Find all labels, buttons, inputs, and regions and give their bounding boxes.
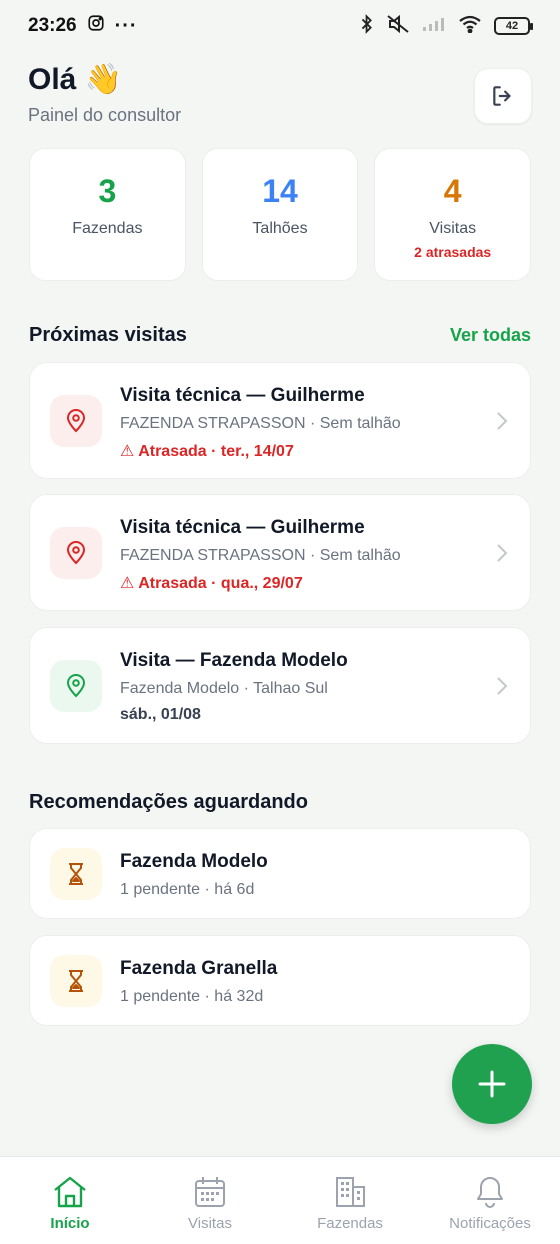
stat-card-visitas[interactable]: 4 Visitas 2 atrasadas: [374, 148, 532, 281]
hourglass-icon: [69, 863, 83, 885]
visits-section-title: Próximas visitas: [29, 324, 187, 346]
header: Olá 👋 Painel do consultor: [28, 62, 532, 132]
stat-label: Talhões: [252, 220, 308, 237]
plus-icon: [478, 1070, 506, 1098]
bluetooth-icon: [360, 13, 374, 39]
visit-location: Fazenda Modelo · Talhao Sul: [120, 680, 328, 697]
visit-status-badge: [50, 527, 102, 579]
pending-badge: [50, 848, 102, 900]
visit-card[interactable]: Visita técnica — Guilherme FAZENDA STRAP…: [29, 494, 531, 611]
chevron-right-icon: [497, 412, 508, 430]
recommendation-card[interactable]: Fazenda Modelo 1 pendente · há 6d: [29, 828, 531, 919]
greeting-title: Olá 👋: [28, 63, 123, 96]
status-bar: 23:26 ··· 42: [0, 0, 560, 52]
bell-icon: [477, 1177, 503, 1208]
nav-label: Início: [50, 1215, 90, 1232]
recommendation-card-body: Fazenda Modelo 1 pendente · há 6d: [120, 851, 486, 899]
stat-card-fazendas[interactable]: 3 Fazendas: [29, 148, 186, 281]
stat-label: Fazendas: [72, 220, 143, 237]
recommendation-status: 1 pendente · há 6d: [120, 881, 255, 898]
map-pin-icon: [66, 409, 86, 433]
mute-icon: [386, 14, 410, 39]
nav-label: Fazendas: [317, 1215, 383, 1232]
wifi-icon: [458, 15, 482, 38]
recommendation-farm: Fazenda Modelo: [120, 851, 268, 872]
home-icon: [54, 1176, 86, 1208]
battery-icon: 42: [494, 17, 533, 35]
chevron-right-icon: [497, 677, 508, 695]
map-pin-icon: [66, 541, 86, 565]
recommendation-card[interactable]: Fazenda Granella 1 pendente · há 32d: [29, 935, 531, 1026]
visit-title: Visita técnica — Guilherme: [120, 385, 365, 406]
map-pin-icon: [66, 674, 86, 698]
pending-badge: [50, 955, 102, 1007]
visit-status-badge: [50, 660, 102, 712]
stat-value: 4: [443, 173, 462, 209]
visit-title: Visita — Fazenda Modelo: [120, 650, 348, 671]
add-button[interactable]: [452, 1044, 532, 1124]
visit-location: FAZENDA STRAPASSON · Sem talhão: [120, 547, 401, 564]
visit-date: ⚠ Atrasada · ter., 14/07: [120, 443, 294, 460]
visit-card-body: Visita técnica — Guilherme FAZENDA STRAP…: [120, 517, 486, 593]
recommendation-card-body: Fazenda Granella 1 pendente · há 32d: [120, 958, 486, 1006]
nav-item-inicio[interactable]: Início: [0, 1157, 140, 1244]
visit-card[interactable]: Visita técnica — Guilherme FAZENDA STRAP…: [29, 362, 531, 479]
stat-value: 3: [98, 173, 117, 209]
visit-title: Visita técnica — Guilherme: [120, 517, 365, 538]
visit-card-body: Visita técnica — Guilherme FAZENDA STRAP…: [120, 385, 486, 461]
recommendation-farm: Fazenda Granella: [120, 958, 278, 979]
nav-item-notificacoes[interactable]: Notificações: [420, 1157, 560, 1244]
calendar-icon: [195, 1177, 225, 1207]
visit-location: FAZENDA STRAPASSON · Sem talhão: [120, 415, 401, 432]
stat-label: Visitas: [429, 220, 477, 237]
page-subtitle: Painel do consultor: [28, 105, 182, 125]
stats-row: 3 Fazendas 14 Talhões 4 Visitas 2 atrasa…: [29, 148, 532, 281]
visit-card-body: Visita — Fazenda Modelo Fazenda Modelo ·…: [120, 650, 486, 724]
recommendations-section-title: Recomendações aguardando: [29, 791, 308, 813]
visit-date: ⚠ Atrasada · qua., 29/07: [120, 575, 303, 592]
logout-button[interactable]: [474, 68, 532, 124]
stat-card-talhoes[interactable]: 14 Talhões: [201, 148, 359, 281]
more-icon: ···: [114, 14, 138, 37]
logout-icon: [493, 86, 511, 106]
status-time: 23:26: [28, 15, 77, 36]
visit-date: sáb., 01/08: [120, 706, 201, 723]
signal-icon: [422, 16, 446, 37]
stat-value: 14: [262, 173, 298, 209]
nav-item-fazendas[interactable]: Fazendas: [280, 1157, 420, 1244]
visit-status-badge: [50, 395, 102, 447]
bottom-nav: Início Visitas Fazendas Notificações: [0, 1156, 560, 1244]
visit-card[interactable]: Visita — Fazenda Modelo Fazenda Modelo ·…: [29, 627, 531, 744]
building-icon: [336, 1177, 365, 1207]
nav-item-visitas[interactable]: Visitas: [140, 1157, 280, 1244]
chevron-right-icon: [497, 544, 508, 562]
see-all-link[interactable]: Ver todas: [450, 325, 531, 346]
overdue-count: 2 atrasadas: [414, 244, 492, 260]
instagram-icon: [87, 14, 105, 38]
nav-label: Visitas: [188, 1215, 232, 1232]
hourglass-icon: [69, 970, 83, 992]
recommendation-status: 1 pendente · há 32d: [120, 988, 264, 1005]
nav-label: Notificações: [449, 1215, 531, 1232]
